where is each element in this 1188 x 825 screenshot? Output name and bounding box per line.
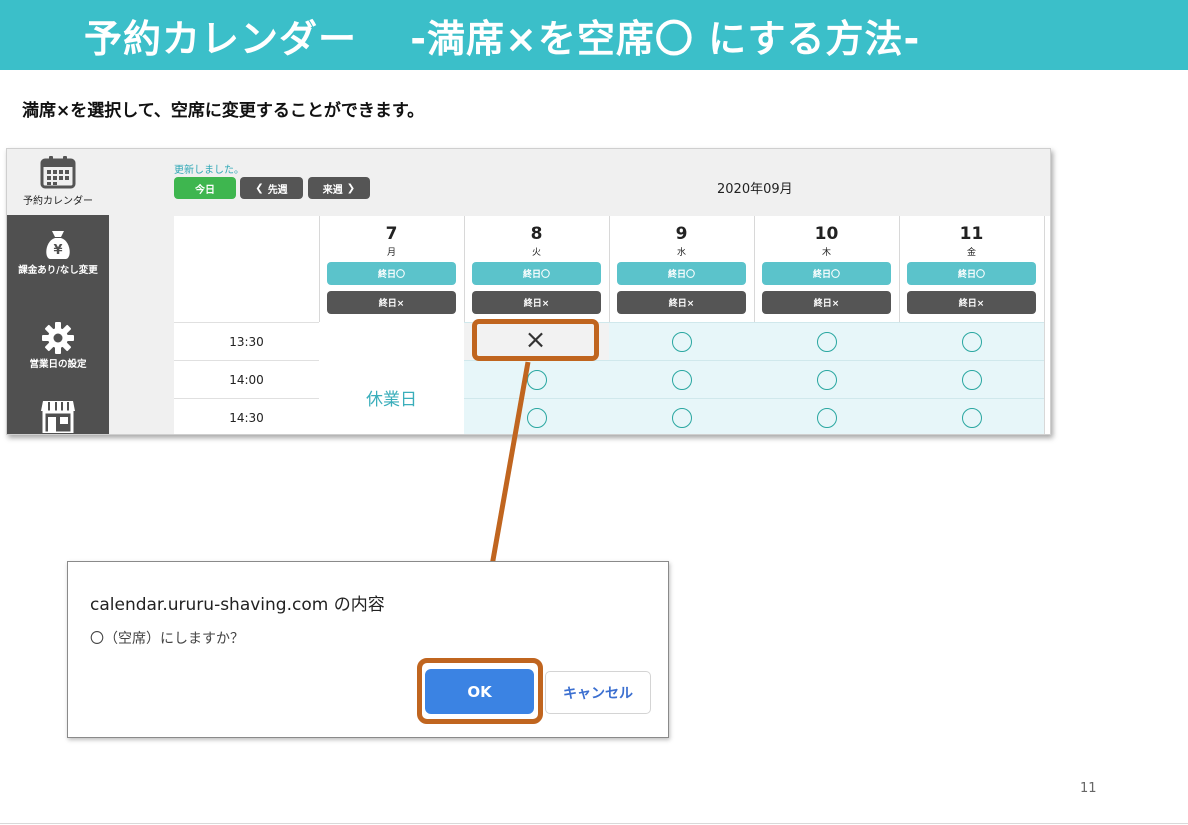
dialog-title: calendar.ururu-shaving.com の内容 [90, 595, 385, 615]
footer-divider [0, 823, 1188, 824]
dialog-message: 〇（空席）にしますか？ [90, 631, 244, 647]
page-number: 11 [1080, 781, 1097, 796]
cancel-button[interactable]: キャンセル [545, 671, 651, 714]
ok-button[interactable]: OK [425, 669, 534, 714]
